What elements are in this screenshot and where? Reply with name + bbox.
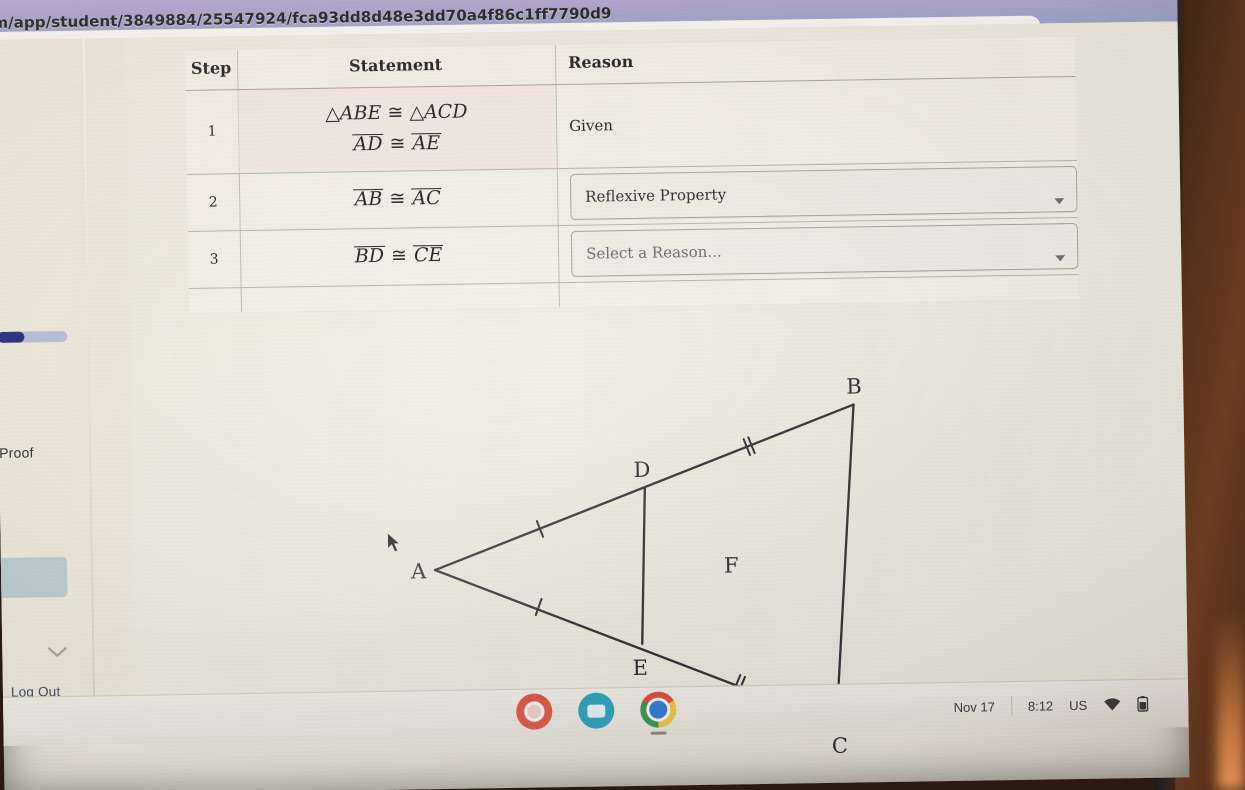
- vertex-label-F: F: [723, 553, 739, 578]
- reason-cell: Given: [554, 76, 1077, 169]
- reason-cell: Reflexive Property: [555, 160, 1078, 226]
- column-header-step: Step: [184, 50, 238, 91]
- segment-notation: AC: [411, 186, 442, 210]
- statement-cell: BD ≅ CE: [239, 225, 558, 288]
- url-text: m/app/student/3849884/25547924/fca93dd8d…: [0, 4, 612, 32]
- chrome-icon[interactable]: [639, 691, 677, 735]
- vertex-label-E: E: [632, 655, 649, 681]
- web-page: Proof Log Out Step Statement Reason 1 △A…: [0, 21, 1189, 758]
- battery-icon[interactable]: [1137, 695, 1149, 712]
- shelf-status-area[interactable]: Nov 17 8:12 US: [953, 680, 1149, 731]
- vertex-label-C: C: [831, 733, 849, 758]
- launcher-icon[interactable]: [515, 693, 553, 730]
- sidebar-section-label: Proof: [0, 444, 34, 461]
- proof-table-card: Step Statement Reason 1 △ABE ≅ △ACD AD ≅ A…: [184, 36, 1079, 313]
- active-app-indicator: [650, 731, 667, 735]
- statement-cell: AB ≅ AC: [238, 168, 557, 231]
- chevron-down-icon[interactable]: [1054, 197, 1065, 205]
- statement-line: BD ≅ CE: [240, 238, 558, 274]
- progress-bar: [0, 330, 68, 343]
- segment-notation: CE: [412, 243, 444, 267]
- laptop-screen: — ⬜ ✕ m/app/student/3849884/25547924/fca…: [0, 0, 1190, 790]
- chevron-down-icon[interactable]: [1055, 254, 1066, 262]
- statement-line: △ABE ≅ △ACD: [238, 95, 556, 131]
- segment-notation: AD: [352, 133, 384, 156]
- triangle-notation: △ABE: [325, 101, 382, 125]
- status-divider: [1010, 696, 1013, 717]
- app-sidebar: Proof Log Out: [0, 37, 137, 746]
- shelf-app-icons: [515, 691, 677, 735]
- shelf-time: 8:12: [1027, 697, 1054, 714]
- shelf-date: Nov 17: [953, 698, 996, 715]
- wifi-icon[interactable]: [1103, 697, 1121, 711]
- proof-table: Step Statement Reason 1 △ABE ≅ △ACD AD ≅ A…: [184, 36, 1079, 289]
- reason-select-step-2[interactable]: Reflexive Property: [569, 165, 1078, 220]
- step-number: 3: [187, 230, 241, 289]
- congruence-symbol: ≅: [383, 187, 412, 210]
- statement-line: AB ≅ AC: [239, 181, 557, 217]
- reason-cell: Select a Reason...: [556, 217, 1079, 283]
- segment-D-E: [641, 486, 646, 646]
- vertex-label-B: B: [846, 374, 862, 399]
- congruence-symbol: ≅: [383, 132, 412, 156]
- step-number: 2: [186, 173, 240, 232]
- tick-AE: [534, 597, 543, 616]
- step-number: 1: [185, 89, 239, 175]
- segment-notation: AB: [353, 187, 384, 211]
- progress-bar-fill: [0, 331, 25, 343]
- sidebar-highlight-chip[interactable]: [0, 556, 68, 599]
- triangle-notation: △ACD: [409, 100, 468, 124]
- chat-icon[interactable]: [577, 692, 615, 729]
- statement-line: AD ≅ AE: [238, 127, 556, 163]
- shelf-locale: US: [1069, 697, 1088, 713]
- segment-notation: BD: [353, 244, 386, 268]
- photo-of-laptop-screen: — ⬜ ✕ m/app/student/3849884/25547924/fca…: [0, 0, 1245, 790]
- reason-select-step-3[interactable]: Select a Reason...: [570, 222, 1079, 277]
- segment-notation: AE: [411, 132, 442, 155]
- segment-B-C: [835, 403, 855, 725]
- table-row: 1 △ABE ≅ △ACD AD ≅ AE Given: [185, 76, 1077, 175]
- congruence-symbol: ≅: [384, 244, 414, 267]
- reason-select-value: Select a Reason...: [585, 242, 722, 263]
- chromeos-shelf: Nov 17 8:12 US: [3, 678, 1189, 746]
- column-header-statement: Statement: [236, 45, 555, 90]
- chevron-down-icon[interactable]: [46, 645, 68, 659]
- reason-text: Given: [568, 116, 614, 136]
- vertex-label-A: A: [410, 559, 427, 584]
- congruence-symbol: ≅: [381, 101, 410, 124]
- mouse-cursor-icon: [387, 531, 401, 553]
- statement-cell: △ABE ≅ △ACD AD ≅ AE: [237, 84, 556, 174]
- reason-select-value: Reflexive Property: [585, 185, 727, 206]
- sidebar-divider: [82, 38, 96, 745]
- proof-table-body: 1 △ABE ≅ △ACD AD ≅ AE Given 2 AB ≅ AC Reflexiv…: [185, 76, 1079, 289]
- vertex-label-D: D: [633, 457, 651, 482]
